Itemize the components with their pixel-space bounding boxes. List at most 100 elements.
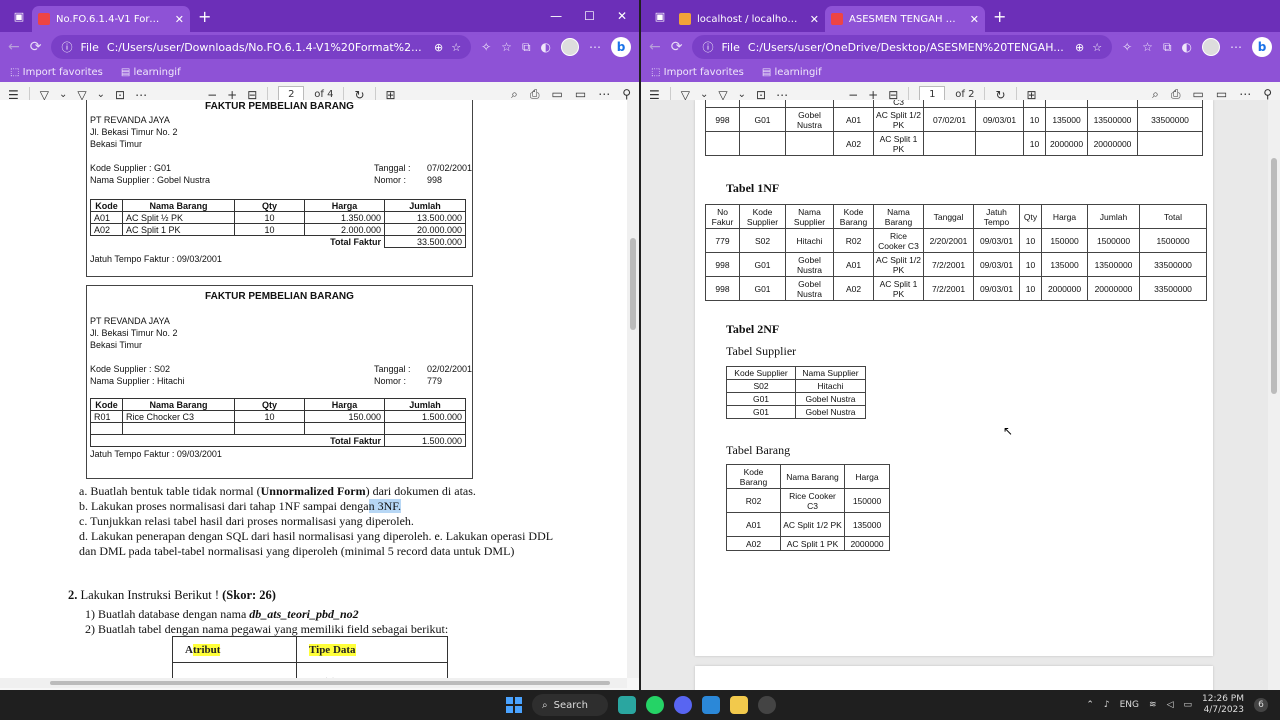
new-tab-icon[interactable]: + [198, 7, 211, 26]
app-icon[interactable] [758, 696, 776, 714]
table-row: R01 Rice Chocker C3 10 150.000 1.500.000 [90, 410, 466, 423]
chevron-down-icon[interactable]: ⌄ [59, 89, 67, 100]
favorite-learningif[interactable]: ▤ learningif [762, 67, 822, 78]
back-icon[interactable]: ← [649, 39, 661, 55]
table-cell: 2000000 [1041, 276, 1088, 301]
refresh-icon[interactable]: ⟳ [671, 39, 683, 55]
zoom-icon[interactable]: ⊕ [1075, 41, 1084, 54]
table-cell [833, 100, 874, 108]
invoice-title: FAKTUR PEMBELIAN BARANG [205, 291, 354, 302]
tab-actions-icon[interactable]: ▣ [10, 7, 28, 25]
table-cell: A02 [833, 276, 874, 301]
table-cell: C3 [873, 100, 924, 108]
favorites-icon[interactable]: ☆ [501, 40, 512, 54]
scrollbar-thumb[interactable] [630, 238, 636, 330]
favorite-learningif[interactable]: ▤ learningif [121, 67, 181, 78]
favorite-star-icon[interactable]: ☆ [1092, 41, 1102, 54]
tab-pdf-format[interactable]: No.FO.6.1.4-V1 Format Instrume ✕ [32, 6, 190, 32]
header-cell: Harga [1041, 204, 1088, 229]
file-explorer-icon[interactable] [730, 696, 748, 714]
extensions-icon[interactable]: ✧ [481, 40, 491, 54]
collections-icon[interactable]: ⧉ [1163, 40, 1172, 55]
search-label: Search [553, 699, 588, 711]
windows-start-icon[interactable] [506, 697, 522, 713]
battery-icon[interactable]: ▭ [1183, 700, 1192, 710]
table-cell: 20.000.000 [384, 223, 466, 236]
horizontal-scrollbar[interactable] [0, 678, 627, 688]
url-field[interactable]: ⓘ File C:/Users/user/Downloads/No.FO.6.1… [51, 35, 472, 59]
chevron-down-icon[interactable]: ⌄ [700, 89, 708, 100]
table-cell: AC Split 1 PK [780, 536, 845, 551]
edge-icon[interactable] [618, 696, 636, 714]
mouse-cursor-icon: ↖ [1003, 424, 1014, 438]
table-cell: 09/03/01 [975, 107, 1024, 132]
invoice-items-table: Kode Nama Barang Qty Harga Jumlah A01 AC… [90, 199, 466, 248]
pdf-viewer-right: C3 998 G01 Gobel Nustra A01 AC Split 1/2 PK 0… [641, 100, 1268, 690]
close-tab-icon[interactable]: ✕ [810, 13, 819, 26]
language-indicator[interactable]: ENG [1120, 700, 1139, 710]
performance-icon[interactable]: ◐ [1182, 40, 1192, 54]
whatsapp-icon[interactable] [646, 696, 664, 714]
wifi-icon[interactable]: ≋ [1149, 700, 1157, 710]
performance-icon[interactable]: ◐ [541, 40, 551, 54]
close-tab-icon[interactable]: ✕ [970, 13, 979, 26]
extensions-icon[interactable]: ✧ [1122, 40, 1132, 54]
table-cell: 10 [234, 410, 305, 423]
address-bar: ← ⟳ ⓘ File C:/Users/user/Downloads/No.FO… [0, 32, 639, 62]
favorite-star-icon[interactable]: ☆ [451, 41, 461, 54]
taskbar-search-button[interactable]: ⌕ Search [532, 694, 608, 716]
maximize-icon[interactable]: ☐ [584, 9, 595, 23]
chevron-down-icon[interactable]: ⌄ [738, 89, 746, 100]
discord-icon[interactable] [674, 696, 692, 714]
invoice-date: 07/02/2001 [427, 163, 473, 173]
tab-asesmen[interactable]: ASESMEN TENGAH SEMESTER.p ✕ [825, 6, 985, 32]
selected-text[interactable]: n 3NF. [368, 499, 401, 513]
bing-copilot-icon[interactable]: b [611, 37, 631, 57]
microphone-icon[interactable]: ♪ [1104, 700, 1110, 710]
more-menu-icon[interactable]: ⋯ [1230, 40, 1242, 54]
favorite-import[interactable]: ⬚ Import favorites [651, 67, 744, 78]
table-cell: 10 [234, 211, 305, 224]
table-cell: 779 [705, 228, 740, 253]
profile-avatar[interactable] [561, 38, 579, 56]
bing-copilot-icon[interactable]: b [1252, 37, 1272, 57]
close-tab-icon[interactable]: ✕ [175, 13, 184, 26]
invoice-address: Jl. Bekasi Timur No. 2 [90, 328, 178, 338]
table-cell: 135000 [844, 512, 890, 537]
more-menu-icon[interactable]: ⋯ [589, 40, 601, 54]
favorite-import[interactable]: ⬚ Import favorites [10, 67, 103, 78]
chevron-down-icon[interactable]: ⌄ [97, 89, 105, 100]
tab-phpmyadmin[interactable]: localhost / localhost | phpMyAdr ✕ [673, 6, 825, 32]
vscode-icon[interactable] [702, 696, 720, 714]
close-window-icon[interactable]: ✕ [617, 9, 627, 23]
address-bar: ← ⟳ ⓘ File C:/Users/user/OneDrive/Deskto… [641, 32, 1280, 62]
question-2-1: 1) Buatlah database dengan nama db_ats_t… [85, 607, 359, 622]
refresh-icon[interactable]: ⟳ [30, 39, 42, 55]
clock[interactable]: 12:26 PM 4/7/2023 [1202, 694, 1244, 716]
zoom-icon[interactable]: ⊕ [434, 41, 443, 54]
pdf-viewer-left: FAKTUR PEMBELIAN BARANG PT REVANDA JAYA … [0, 100, 627, 678]
table-row: A02 AC Split 1 PK 10 2000000 20000000 [705, 131, 1203, 156]
new-tab-icon[interactable]: + [993, 7, 1006, 26]
collections-icon[interactable]: ⧉ [522, 40, 531, 55]
favorite-import-label: Import favorites [22, 66, 103, 78]
notification-badge[interactable]: 6 [1254, 698, 1268, 712]
vertical-scrollbar[interactable] [1268, 100, 1280, 690]
url-field[interactable]: ⓘ File C:/Users/user/OneDrive/Desktop/AS… [692, 35, 1113, 59]
scrollbar-thumb[interactable] [1271, 158, 1277, 394]
tab-actions-icon[interactable]: ▣ [651, 7, 669, 25]
table-cell [785, 131, 834, 156]
chevron-up-icon[interactable]: ⌃ [1086, 700, 1094, 710]
table-cell: 1500000 [1139, 228, 1207, 253]
scrollbar-thumb[interactable] [50, 681, 610, 685]
back-icon[interactable]: ← [8, 39, 20, 55]
table-cell: 13500000 [1087, 107, 1138, 132]
vertical-scrollbar[interactable] [627, 100, 639, 678]
table-cell: 2.000.000 [304, 223, 385, 236]
header-cell: Tipe Data [296, 636, 448, 663]
volume-icon[interactable]: ◁ [1167, 700, 1174, 710]
minimize-icon[interactable]: — [550, 9, 562, 23]
question-c: c. Tunjukkan relasi tabel hasil dari pro… [79, 514, 414, 528]
profile-avatar[interactable] [1202, 38, 1220, 56]
favorites-icon[interactable]: ☆ [1142, 40, 1153, 54]
